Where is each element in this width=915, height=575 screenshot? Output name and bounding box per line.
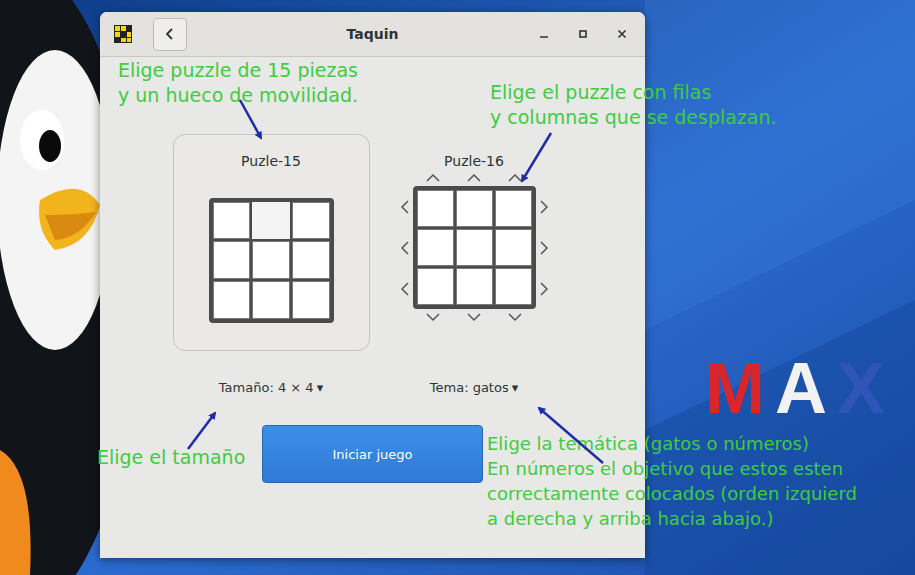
dropdown-label: Tamaño: 4 × 4 (219, 380, 314, 398)
annotation: Elige el puzzle con filasy columnas que … (490, 80, 777, 130)
pointer-arrow-icon (188, 413, 215, 449)
arrow-up-icon (466, 170, 482, 186)
title-bar: Taquin (100, 12, 645, 57)
annotation-line: Elige el puzzle con filas (490, 80, 777, 105)
maximize-icon (577, 28, 589, 40)
dropdown-label: Tema: gatos (430, 380, 509, 398)
arrow-up-icon (507, 170, 523, 186)
annotation-line: a derecha y arriba hacia abajo.) (487, 506, 857, 531)
chevron-left-icon (163, 27, 177, 41)
minimize-button[interactable] (532, 22, 556, 46)
pointer-arrow-icon (522, 133, 551, 181)
puzzle-tile (417, 268, 454, 305)
minimize-icon (538, 28, 550, 40)
close-icon (616, 28, 628, 40)
logo-letter: A (775, 352, 827, 424)
maximize-button[interactable] (571, 22, 595, 46)
arrow-down-icon (466, 309, 482, 325)
annotation-line: Elige el tamaño (97, 445, 245, 470)
puzzle-card[interactable]: Puzle-16 (376, 134, 573, 351)
start-button[interactable]: Iniciar juego (262, 425, 483, 483)
puzzle-tile (456, 190, 493, 227)
back-button[interactable] (153, 18, 187, 51)
puzzle-tile (495, 190, 532, 227)
arrow-right-icon (536, 281, 552, 297)
puzzle-tile (213, 202, 251, 240)
window-title: Taquin (347, 26, 399, 42)
annotation-line: Elige la temática (gatos o números) (487, 431, 857, 456)
annotation: Elige puzzle de 15 piezasy un hueco de m… (118, 58, 358, 108)
arrow-down-icon (425, 309, 441, 325)
puzzle-card[interactable]: Puzle-15 (173, 134, 370, 351)
puzzle-tile (292, 241, 330, 279)
option-dropdown[interactable]: Tema: gatos▾ (376, 378, 573, 400)
annotation-arrows (0, 0, 915, 575)
arrow-left-icon (397, 240, 413, 256)
puzzle-label: Puzle-16 (444, 152, 504, 170)
pointer-arrow-icon (240, 100, 261, 138)
puzzle-tile (252, 241, 290, 279)
dropdown-caret: ▾ (512, 380, 519, 398)
puzzle-tile (252, 202, 290, 240)
annotation-line: y columnas que se desplazan. (490, 105, 777, 130)
puzzle-tile (495, 229, 532, 266)
close-button[interactable] (610, 22, 634, 46)
arrow-left-icon (397, 281, 413, 297)
puzzle-tile (456, 229, 493, 266)
puzzle-tile (292, 202, 330, 240)
arrow-right-icon (536, 240, 552, 256)
puzzle-app-icon (113, 24, 133, 44)
puzzle-label: Puzle-15 (241, 152, 301, 170)
puzzle-tile (292, 281, 330, 319)
annotation-line: Elige puzzle de 15 piezas (118, 58, 358, 83)
logo-letter: M (705, 352, 765, 424)
annotation-line: correctamente colocados (orden izquierd (487, 481, 857, 506)
option-dropdown[interactable]: Tamaño: 4 × 4▾ (173, 378, 370, 400)
desktop: MAXTaquinPuzle-15Puzle-16Tamaño: 4 × 4▾T… (0, 0, 915, 575)
puzzle-tile (495, 268, 532, 305)
puzzle-preview (209, 198, 334, 323)
wallpaper-logo: MAX (705, 352, 885, 424)
arrow-left-icon (397, 199, 413, 215)
annotation: Elige la temática (gatos o números)En nú… (487, 431, 857, 531)
arrow-down-icon (507, 309, 523, 325)
puzzle-tile (456, 268, 493, 305)
arrow-right-icon (536, 199, 552, 215)
puzzle-tile (417, 190, 454, 227)
arrow-up-icon (425, 170, 441, 186)
puzzle-preview (397, 170, 552, 325)
annotation: Elige el tamaño (97, 445, 245, 470)
puzzle-tile (213, 241, 251, 279)
annotation-line: En números el objetivo que estos esten (487, 456, 857, 481)
dropdown-caret: ▾ (317, 380, 324, 398)
puzzle-tile (213, 281, 251, 319)
puzzle-tile (252, 281, 290, 319)
pointer-arrow-icon (539, 408, 603, 463)
logo-letter: X (837, 352, 885, 424)
annotation-line: y un hueco de movilidad. (118, 83, 358, 108)
puzzle-tile (417, 229, 454, 266)
